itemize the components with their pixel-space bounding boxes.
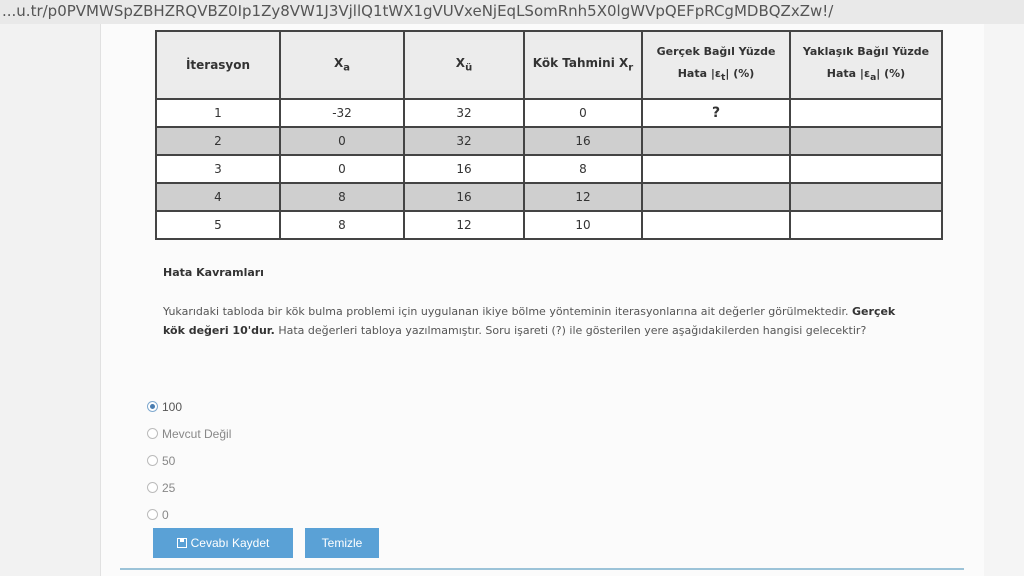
clear-button[interactable]: Temizle bbox=[305, 528, 379, 558]
true-error-line2-post: | (%) bbox=[725, 66, 755, 80]
header-true-error-line1: Gerçek Bağıl Yüzde bbox=[656, 44, 776, 58]
cell-true-error: ? bbox=[641, 98, 791, 128]
clear-label: Temizle bbox=[321, 536, 363, 550]
cell-xr: 8 bbox=[523, 154, 643, 184]
header-xu: Xü bbox=[403, 30, 525, 100]
cell-xa: 0 bbox=[279, 154, 405, 184]
table-row: 1 -32 32 0 ? bbox=[155, 98, 943, 128]
cell-approx-error bbox=[789, 126, 943, 156]
cell-iteration: 2 bbox=[155, 126, 281, 156]
radio-button[interactable] bbox=[147, 455, 158, 466]
cell-xa: 8 bbox=[279, 182, 405, 212]
cell-iteration: 3 bbox=[155, 154, 281, 184]
cell-xa: 0 bbox=[279, 126, 405, 156]
cell-approx-error bbox=[789, 210, 943, 240]
true-error-line2-pre: Hata |ε bbox=[677, 66, 721, 80]
cell-xu: 32 bbox=[403, 98, 525, 128]
header-xa-subscript: a bbox=[343, 62, 350, 74]
cell-xu: 32 bbox=[403, 126, 525, 156]
option-label: 100 bbox=[162, 399, 183, 414]
option-not-available[interactable]: Mevcut Değil bbox=[147, 420, 231, 447]
approx-error-line2-pre: Hata |ε bbox=[826, 66, 871, 80]
header-approx-error-line1: Yaklaşık Bağıl Yüzde bbox=[802, 44, 930, 58]
cell-true-error bbox=[641, 154, 791, 184]
header-root-subscript: r bbox=[628, 62, 634, 74]
cell-true-error bbox=[641, 126, 791, 156]
approx-error-line2-post: | (%) bbox=[876, 66, 906, 80]
option-label: Mevcut Değil bbox=[162, 426, 232, 441]
question-part1: Yukarıdaki tabloda bir kök bulma problem… bbox=[163, 305, 853, 318]
address-bar[interactable]: ...u.tr/p0PVMWSpZBHZRQVBZ0Ip1Zy8VW1J3Vjl… bbox=[0, 0, 1024, 25]
header-approx-error: Yaklaşık Bağıl Yüzde Hata |εa| (%) bbox=[789, 30, 943, 100]
divider bbox=[120, 568, 964, 570]
left-panel bbox=[0, 24, 101, 576]
option-label: 25 bbox=[162, 480, 176, 495]
option-0[interactable]: 0 bbox=[147, 501, 231, 528]
radio-button[interactable] bbox=[147, 482, 158, 493]
right-panel bbox=[984, 24, 1024, 576]
cell-approx-error bbox=[789, 154, 943, 184]
header-xa-label: X bbox=[333, 56, 344, 71]
cell-xr: 12 bbox=[523, 182, 643, 212]
cell-xu: 16 bbox=[403, 182, 525, 212]
header-iteration: İterasyon bbox=[155, 30, 281, 100]
radio-button[interactable] bbox=[147, 428, 158, 439]
cell-xa: 8 bbox=[279, 210, 405, 240]
cell-approx-error bbox=[789, 98, 943, 128]
cell-iteration: 5 bbox=[155, 210, 281, 240]
iteration-table: İterasyon Xa Xü Kök Tahmini Xr Gerçek Ba… bbox=[155, 30, 943, 240]
option-25[interactable]: 25 bbox=[147, 474, 231, 501]
question-text: Yukarıdaki tabloda bir kök bulma problem… bbox=[163, 302, 903, 340]
table-row: 2 0 32 16 bbox=[155, 126, 943, 156]
header-true-error-line2: Hata |εt| (%) bbox=[643, 63, 789, 89]
option-label: 0 bbox=[162, 507, 169, 522]
header-xa: Xa bbox=[279, 30, 405, 100]
radio-button[interactable] bbox=[147, 509, 158, 520]
save-answer-label: Cevabı Kaydet bbox=[190, 536, 270, 550]
cell-xu: 12 bbox=[403, 210, 525, 240]
radio-button-checked[interactable] bbox=[147, 401, 158, 412]
cell-true-error bbox=[641, 182, 791, 212]
header-iteration-label: İterasyon bbox=[185, 58, 251, 72]
header-xu-subscript: ü bbox=[465, 62, 473, 74]
url-text: ...u.tr/p0PVMWSpZBHZRQVBZ0Ip1Zy8VW1J3Vjl… bbox=[2, 2, 834, 20]
answer-options: 100 Mevcut Değil 50 25 0 bbox=[147, 393, 231, 528]
question-part2: Hata değerleri tabloya yazılmamıştır. So… bbox=[274, 324, 867, 337]
table-row: 4 8 16 12 bbox=[155, 182, 943, 212]
cell-true-error bbox=[641, 210, 791, 240]
floppy-disk-icon bbox=[176, 538, 187, 548]
option-100[interactable]: 100 bbox=[147, 393, 231, 420]
cell-xa: -32 bbox=[279, 98, 405, 128]
cell-approx-error bbox=[789, 182, 943, 212]
section-title: Hata Kavramları bbox=[163, 266, 264, 279]
option-50[interactable]: 50 bbox=[147, 447, 231, 474]
header-root-label: Kök Tahmini X bbox=[532, 56, 629, 71]
option-label: 50 bbox=[162, 453, 176, 468]
cell-xr: 0 bbox=[523, 98, 643, 128]
cell-iteration: 4 bbox=[155, 182, 281, 212]
header-true-error: Gerçek Bağıl Yüzde Hata |εt| (%) bbox=[641, 30, 791, 100]
header-root-estimate: Kök Tahmini Xr bbox=[523, 30, 643, 100]
table-row: 3 0 16 8 bbox=[155, 154, 943, 184]
table-header-row: İterasyon Xa Xü Kök Tahmini Xr Gerçek Ba… bbox=[155, 30, 943, 100]
cell-xr: 16 bbox=[523, 126, 643, 156]
header-xu-label: X bbox=[455, 56, 466, 71]
cell-xu: 16 bbox=[403, 154, 525, 184]
table-row: 5 8 12 10 bbox=[155, 210, 943, 240]
header-approx-error-line2: Hata |εa| (%) bbox=[791, 63, 941, 89]
save-answer-button[interactable]: Cevabı Kaydet bbox=[153, 528, 293, 558]
cell-iteration: 1 bbox=[155, 98, 281, 128]
cell-xr: 10 bbox=[523, 210, 643, 240]
